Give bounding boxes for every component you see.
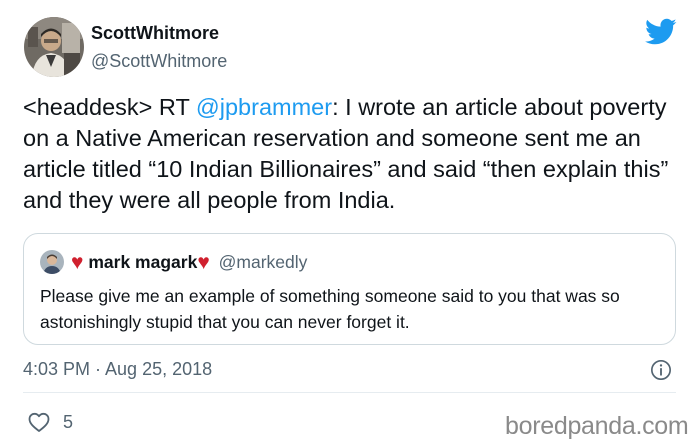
quoted-header: ♥ mark magark♥ @markedly (71, 249, 307, 276)
tweet-timestamp[interactable]: 4:03 PM · Aug 25, 2018 (23, 359, 212, 380)
divider (23, 392, 676, 393)
like-count: 5 (63, 412, 74, 432)
info-icon[interactable] (650, 359, 672, 381)
heart-outline-icon[interactable] (27, 410, 51, 434)
avatar[interactable] (24, 17, 84, 77)
mention-link[interactable]: @jpbrammer (196, 94, 332, 120)
avatar-photo (24, 17, 84, 77)
author-handle[interactable]: @ScottWhitmore (91, 51, 227, 72)
quoted-text: Please give me an example of something s… (40, 286, 620, 332)
tweet-card: ScottWhitmore @ScottWhitmore <headdesk> … (0, 0, 700, 448)
quoted-avatar[interactable] (40, 250, 64, 274)
watermark: boredpanda.com (505, 412, 689, 440)
author-display-name[interactable]: ScottWhitmore (91, 23, 219, 44)
quoted-display-name[interactable]: mark magark (88, 252, 197, 272)
quoted-tweet[interactable]: ♥ mark magark♥ @markedly Please give me … (23, 233, 676, 345)
quoted-avatar-photo (40, 250, 64, 274)
twitter-bird-icon[interactable] (645, 18, 677, 46)
tweet-body: <headdesk> RT @jpbrammer: I wrote an art… (23, 92, 683, 216)
tweet-text-start: <headdesk> RT (23, 94, 196, 120)
quoted-handle[interactable]: @markedly (219, 252, 308, 272)
heart-emoji-right: ♥ (197, 251, 210, 274)
heart-emoji-left: ♥ (71, 251, 84, 274)
